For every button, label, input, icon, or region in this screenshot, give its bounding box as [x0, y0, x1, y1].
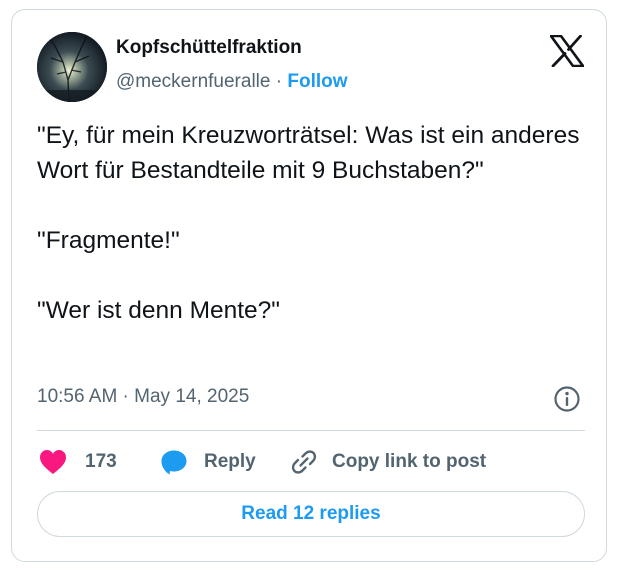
profile-photo	[37, 32, 107, 102]
read-replies-label: Read 12 replies	[241, 503, 381, 524]
tweet-text: "Ey, für mein Kreuzworträtsel: Was ist e…	[37, 118, 593, 328]
divider	[37, 430, 585, 431]
follow-button[interactable]: Follow	[287, 71, 347, 92]
like-count: 173	[85, 451, 117, 472]
info-icon[interactable]	[553, 385, 581, 413]
tweet-line: "Ey, für mein Kreuzworträtsel: Was ist e…	[37, 122, 580, 184]
like-button[interactable]: 173	[39, 447, 117, 477]
reply-label: Reply	[204, 451, 256, 472]
author-display-name[interactable]: Kopfschüttelfraktion	[116, 37, 302, 59]
tweet-line: "Fragmente!"	[37, 227, 180, 254]
tweet-timestamp[interactable]: 10:56 AM · May 14, 2025	[37, 386, 249, 408]
handle-separator: ·	[275, 71, 283, 92]
link-icon	[291, 450, 317, 474]
reply-button[interactable]: Reply	[160, 447, 256, 477]
copy-link-label: Copy link to post	[332, 451, 487, 472]
tweet-card: Kopfschüttelfraktion @meckernfueralle · …	[11, 9, 607, 562]
handle-row: @meckernfueralle · Follow	[116, 71, 348, 93]
author-handle[interactable]: @meckernfueralle	[116, 71, 270, 92]
read-replies-button[interactable]: Read 12 replies	[37, 491, 585, 537]
copy-link-button[interactable]: Copy link to post	[290, 447, 486, 477]
avatar[interactable]	[37, 32, 107, 102]
heart-icon	[40, 450, 66, 474]
x-logo-icon[interactable]	[549, 34, 585, 68]
reply-bubble-icon	[161, 450, 187, 475]
tweet-line: "Wer ist denn Mente?"	[37, 297, 281, 324]
